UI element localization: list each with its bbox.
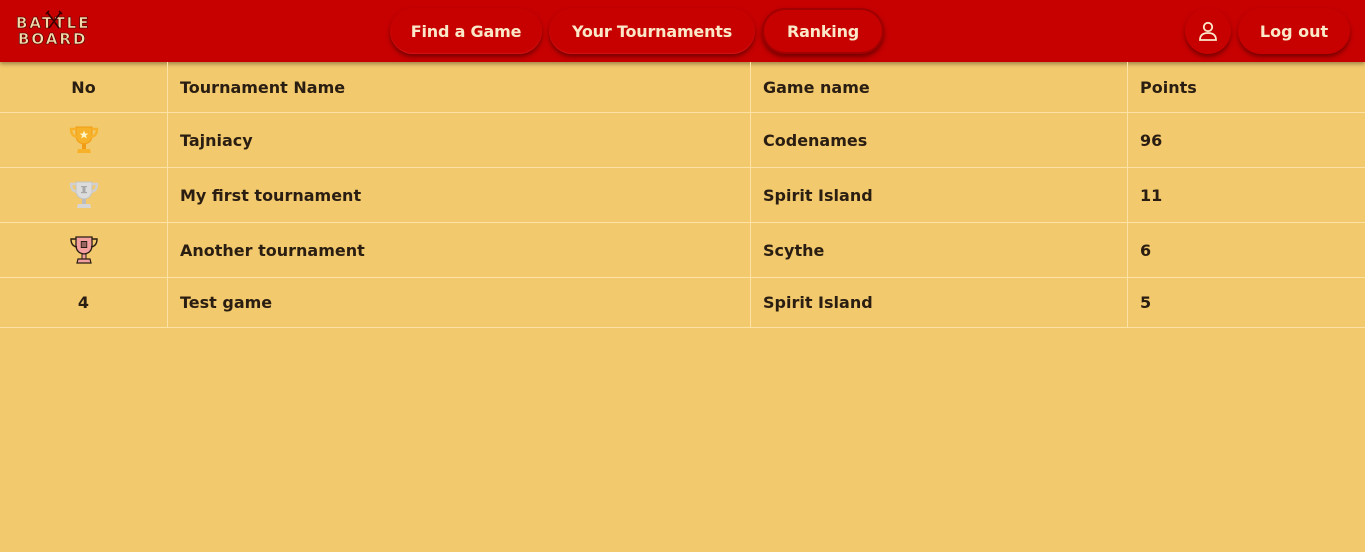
profile-button[interactable] [1185, 8, 1231, 54]
tournament-name-cell: Test game [169, 278, 751, 327]
points-cell: 11 [1140, 185, 1163, 205]
points-cell: 96 [1140, 130, 1163, 150]
rank-cell: 4 [0, 278, 168, 327]
bronze-trophy-icon [69, 236, 98, 264]
your-tournaments-button[interactable]: Your Tournaments [549, 8, 755, 54]
gold-trophy-icon [69, 126, 98, 153]
rank-cell [0, 223, 168, 277]
game-name-cell: Spirit Island [752, 168, 1128, 222]
column-header-no: No [0, 62, 168, 112]
tournament-name-cell: Another tournament [169, 223, 751, 277]
top-navigation-bar: BATTLE BOARD Find a Game Your Tournament… [0, 0, 1365, 62]
user-icon [1199, 21, 1217, 41]
crossed-swords-icon [45, 10, 63, 29]
rank-cell [0, 168, 168, 222]
log-out-button[interactable]: Log out [1238, 8, 1350, 54]
logo-line-2: BOARD [18, 30, 88, 48]
points-cell: 6 [1140, 240, 1152, 260]
table-header-row: No Tournament Name Game name Points [0, 62, 1365, 113]
table-row[interactable]: 4 Test game Spirit Island 5 [0, 278, 1365, 328]
points-cell: 5 [1140, 293, 1152, 312]
find-a-game-button[interactable]: Find a Game [390, 8, 542, 54]
battle-board-logo[interactable]: BATTLE BOARD [14, 10, 96, 49]
game-name-cell: Codenames [752, 113, 1128, 167]
column-header-points: Points [1140, 77, 1197, 97]
tournament-name-cell: My first tournament [169, 168, 751, 222]
tournament-name-cell: Tajniacy [169, 113, 751, 167]
table-row[interactable]: Another tournament Scythe 6 [0, 223, 1365, 278]
game-name-cell: Spirit Island [752, 278, 1128, 327]
game-name-cell: Scythe [752, 223, 1128, 277]
rank-cell [0, 113, 168, 167]
ranking-table: No Tournament Name Game name Points Tajn… [0, 62, 1365, 328]
column-header-game-name: Game name [752, 62, 1128, 112]
silver-trophy-icon [69, 181, 98, 208]
table-row[interactable]: My first tournament Spirit Island 11 [0, 168, 1365, 223]
ranking-button[interactable]: Ranking [762, 8, 884, 54]
table-row[interactable]: Tajniacy Codenames 96 [0, 113, 1365, 168]
column-header-tournament-name: Tournament Name [169, 62, 751, 112]
